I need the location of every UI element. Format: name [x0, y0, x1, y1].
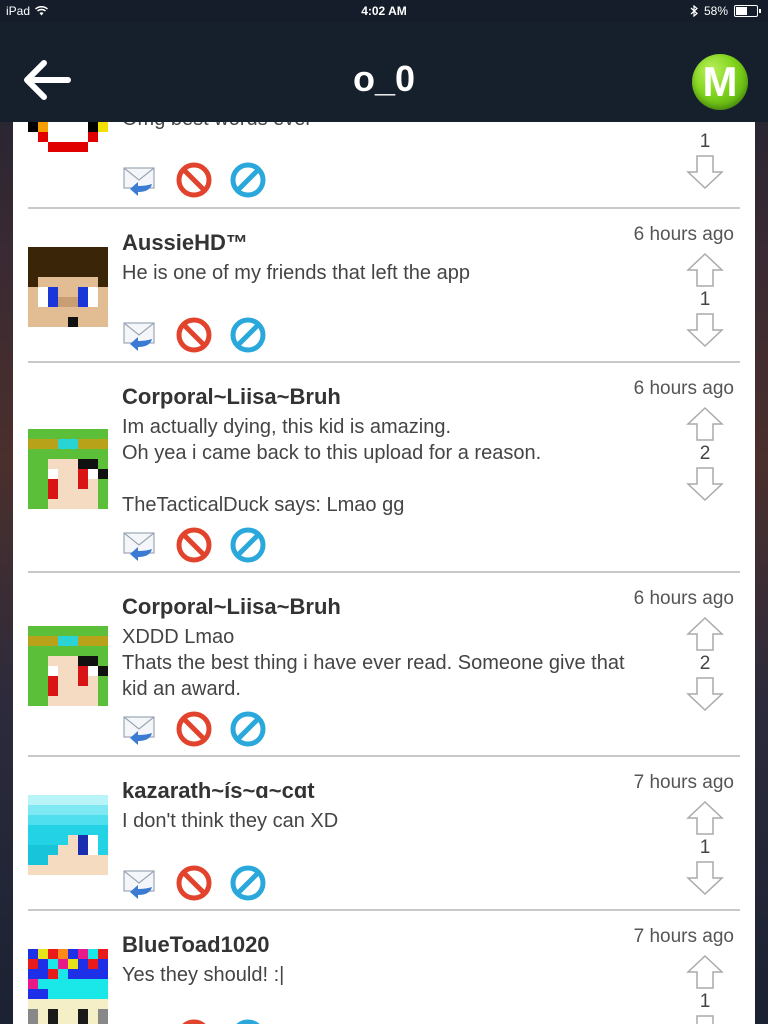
- block-icon[interactable]: [176, 162, 212, 198]
- comment-text: He is one of my friends that left the ap…: [122, 262, 470, 284]
- comment-text: Omg best words ever: [122, 122, 642, 132]
- page-title: o_0: [352, 58, 416, 99]
- avatar: [28, 429, 108, 509]
- vote-control: 1: [685, 800, 725, 896]
- comment-item: BlueToad1020 7 hours ago Yes they should…: [13, 911, 755, 1024]
- comment-item: Corporal~Liisa~Bruh 6 hours ago XDDD Lma…: [13, 573, 755, 755]
- report-icon[interactable]: [230, 865, 266, 901]
- comment-actions: [122, 527, 266, 563]
- comment-timestamp: 6 hours ago: [633, 378, 734, 399]
- comment-username[interactable]: BlueToad1020: [122, 932, 270, 958]
- comment-username[interactable]: kazarath~ís~ɑ~cɑt: [122, 778, 315, 804]
- comments-panel[interactable]: Omg best words ever 1: [13, 122, 755, 1024]
- block-icon[interactable]: [176, 527, 212, 563]
- vote-count: 2: [699, 653, 711, 674]
- reply-icon[interactable]: [122, 865, 158, 901]
- avatar: [28, 626, 108, 706]
- status-time: 4:02 AM: [361, 4, 407, 18]
- block-icon[interactable]: [176, 711, 212, 747]
- status-right: 58%: [690, 4, 761, 18]
- comment-actions: [122, 1019, 266, 1024]
- upvote-arrow-icon[interactable]: [685, 122, 725, 130]
- vote-count: 1: [699, 131, 711, 152]
- vote-count: 1: [699, 289, 711, 310]
- block-icon[interactable]: [176, 865, 212, 901]
- downvote-arrow-icon[interactable]: [685, 860, 725, 896]
- comment-text: Yes they should! :|: [122, 964, 285, 986]
- battery-icon: [734, 5, 761, 17]
- battery-percent: 58%: [703, 4, 728, 18]
- comment-actions: [122, 711, 266, 747]
- upvote-arrow-icon[interactable]: [685, 800, 725, 836]
- reply-icon[interactable]: [122, 711, 158, 747]
- upvote-arrow-icon[interactable]: [685, 954, 725, 990]
- upvote-arrow-icon[interactable]: [685, 616, 725, 652]
- upvote-arrow-icon[interactable]: [685, 252, 725, 288]
- reply-icon[interactable]: [122, 317, 158, 353]
- comment-item: AussieHD™ 6 hours ago He is one of my fr…: [13, 209, 755, 361]
- comment-actions: [122, 865, 266, 901]
- comment-item-partial: Omg best words ever 1: [13, 122, 755, 208]
- navigation-bar: o_0 M: [0, 22, 768, 122]
- vote-control: 1: [685, 252, 725, 348]
- comment-actions: [122, 317, 266, 353]
- report-icon[interactable]: [230, 527, 266, 563]
- comment-text: XDDD Lmao Thats the best thing i have ev…: [122, 626, 625, 700]
- comment-timestamp: 6 hours ago: [633, 588, 734, 609]
- comment-username[interactable]: AussieHD™: [122, 230, 248, 256]
- reply-icon[interactable]: [122, 527, 158, 563]
- vote-control: 1: [685, 954, 725, 1024]
- comment-username[interactable]: Corporal~Liisa~Bruh: [122, 594, 341, 620]
- bluetooth-icon: [690, 5, 698, 17]
- comment-text: Im actually dying, this kid is amazing. …: [122, 416, 542, 516]
- comment-actions: [122, 162, 266, 198]
- report-icon[interactable]: [230, 711, 266, 747]
- comment-timestamp: 7 hours ago: [633, 772, 734, 793]
- vote-control: 2: [685, 406, 725, 502]
- comment-text: I don't think they can XD: [122, 810, 339, 832]
- reply-icon[interactable]: [122, 162, 158, 198]
- report-icon[interactable]: [230, 162, 266, 198]
- vote-count: 1: [699, 991, 711, 1012]
- block-icon[interactable]: [176, 317, 212, 353]
- block-icon[interactable]: [176, 1019, 212, 1024]
- downvote-arrow-icon[interactable]: [685, 676, 725, 712]
- upvote-arrow-icon[interactable]: [685, 406, 725, 442]
- report-icon[interactable]: [230, 317, 266, 353]
- status-bar: iPad 4:02 AM 58%: [0, 0, 768, 22]
- downvote-arrow-icon[interactable]: [685, 312, 725, 348]
- downvote-arrow-icon[interactable]: [685, 154, 725, 190]
- downvote-arrow-icon[interactable]: [685, 1014, 725, 1024]
- vote-count: 1: [699, 837, 711, 858]
- comment-username[interactable]: Corporal~Liisa~Bruh: [122, 384, 341, 410]
- vote-control: 1: [685, 122, 725, 190]
- menu-logo-button[interactable]: M: [692, 54, 748, 110]
- vote-control: 2: [685, 616, 725, 712]
- avatar: [28, 949, 108, 1024]
- comment-timestamp: 7 hours ago: [633, 926, 734, 947]
- comment-item: Corporal~Liisa~Bruh 6 hours ago Im actua…: [13, 363, 755, 571]
- report-icon[interactable]: [230, 1019, 266, 1024]
- reply-icon[interactable]: [122, 1019, 158, 1024]
- avatar: [28, 122, 108, 162]
- avatar: [28, 795, 108, 875]
- vote-count: 2: [699, 443, 711, 464]
- comment-timestamp: 6 hours ago: [633, 224, 734, 245]
- avatar: [28, 247, 108, 327]
- downvote-arrow-icon[interactable]: [685, 466, 725, 502]
- comment-item: kazarath~ís~ɑ~cɑt 7 hours ago I don't th…: [13, 757, 755, 909]
